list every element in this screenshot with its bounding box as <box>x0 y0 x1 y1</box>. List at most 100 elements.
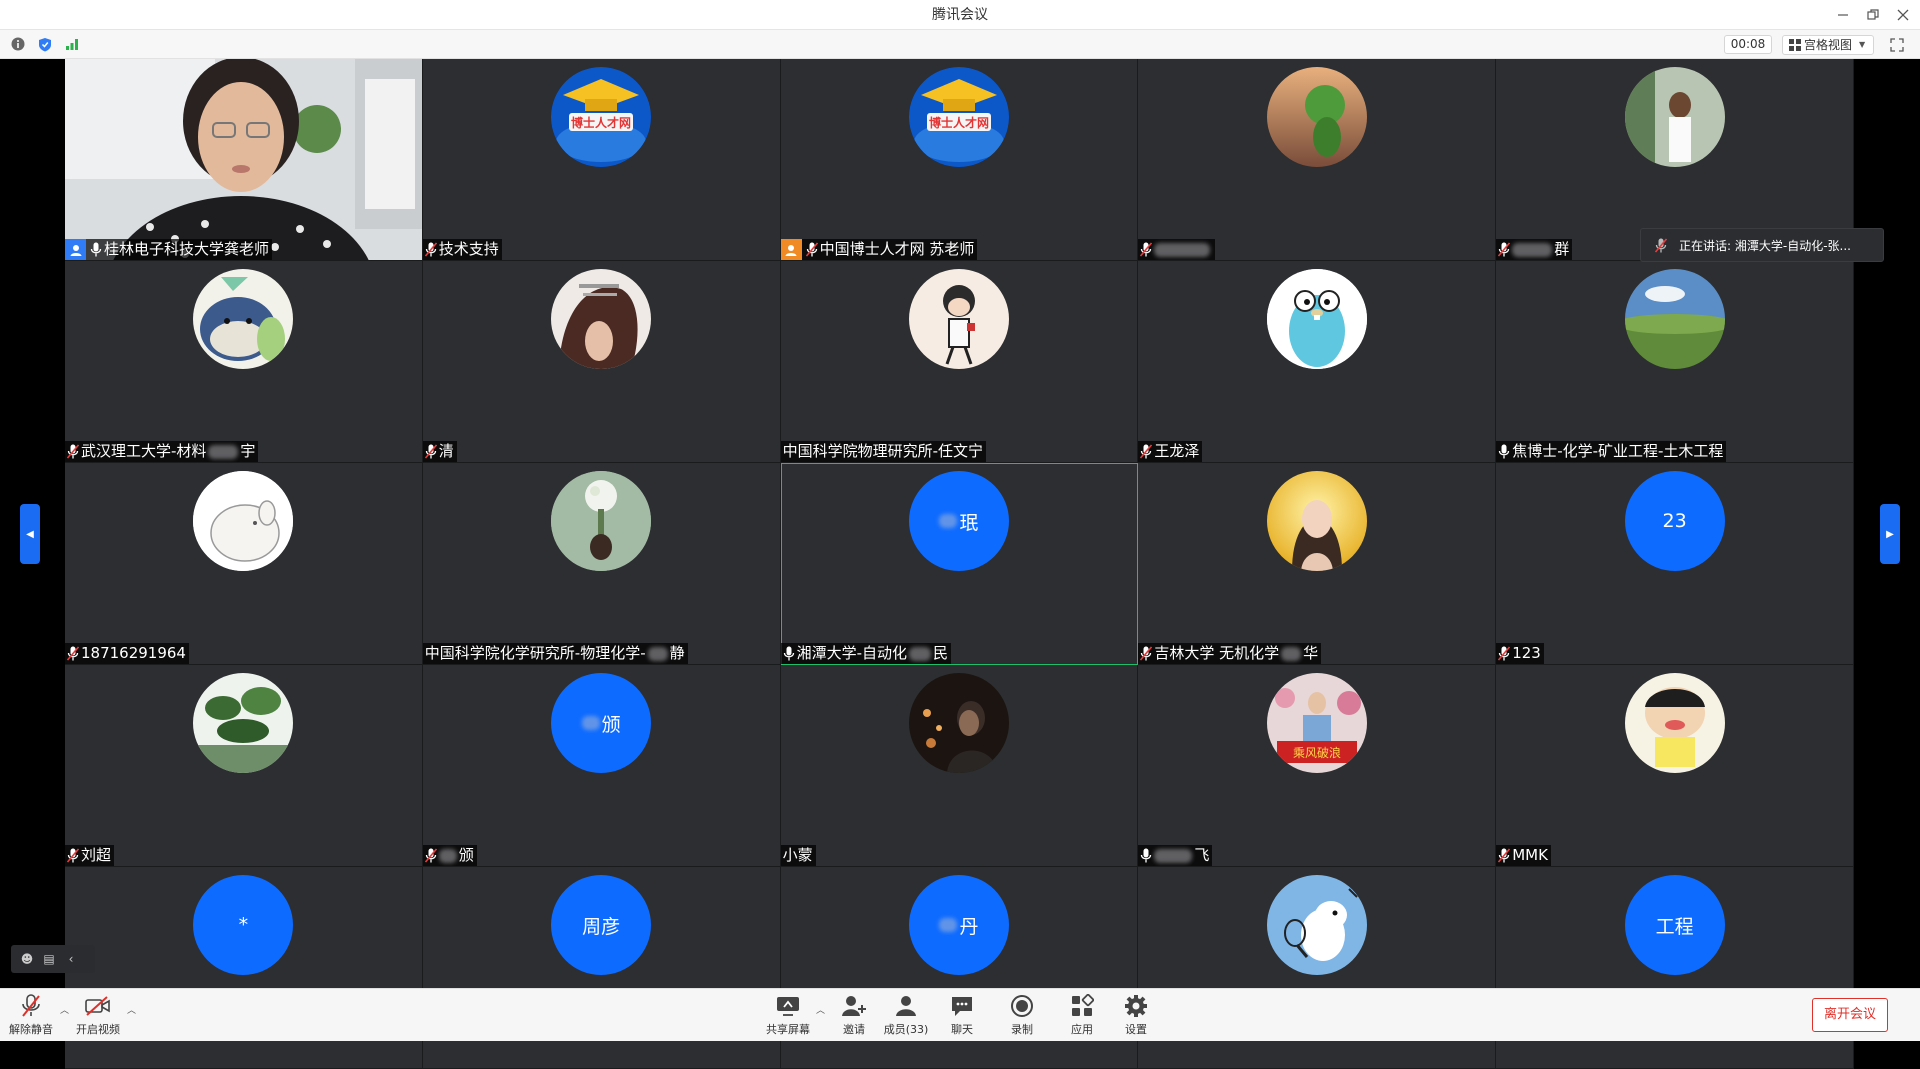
svg-text:博士人才网: 博士人才网 <box>929 115 989 130</box>
microphone-muted-icon <box>22 994 40 1017</box>
participant-avatar <box>908 269 1009 369</box>
previous-page-button[interactable]: ◀ <box>20 504 40 564</box>
participant-avatar: * <box>193 875 294 975</box>
chat-button[interactable]: 聊天 <box>934 993 990 1039</box>
participant-tile[interactable]: 小蒙 <box>780 665 1139 867</box>
speaking-text: 正在讲话: 湘潭大学-自动化-张... <box>1679 238 1851 253</box>
collapse-chevron-icon[interactable]: ‹ <box>63 951 79 967</box>
participant-tile[interactable]: 清 <box>422 261 781 463</box>
participant-avatar: 博士人才网 <box>551 67 652 167</box>
invite-label: 邀请 <box>843 1023 865 1036</box>
participant-tile[interactable]: 中国科学院化学研究所-物理化学- 静 <box>422 463 781 665</box>
participant-avatar <box>1266 269 1367 369</box>
bottom-control-bar: 解除静音 ︿ 开启视频 ︿ 共享屏幕 ︿ 邀请 成员(33) 聊天 录制 应用 … <box>0 988 1920 1041</box>
invite-button[interactable]: 邀请 <box>826 993 882 1039</box>
chat-icon <box>952 997 972 1016</box>
participant-tile[interactable]: 武汉理工大学-材料 宇 <box>65 261 423 463</box>
next-page-button[interactable]: ▶ <box>1880 504 1900 564</box>
participant-nameplate: MMK <box>1496 845 1551 866</box>
view-mode-dropdown[interactable]: 宫格视图 ▼ <box>1782 35 1874 55</box>
view-mode-label: 宫格视图 <box>1804 38 1853 52</box>
microphone-icon <box>1499 444 1510 459</box>
participant-nameplate: 群 <box>1496 239 1573 260</box>
microphone-muted-icon <box>67 646 79 661</box>
unmute-label: 解除静音 <box>9 1023 53 1036</box>
settings-label: 设置 <box>1125 1023 1147 1036</box>
share-options-chevron-icon[interactable]: ︿ <box>816 1003 825 1016</box>
microphone-muted-icon <box>67 848 79 863</box>
participant-name: 武汉理工大学-材料 <box>81 442 207 460</box>
members-label: 成员(33) <box>883 1023 929 1036</box>
info-icon[interactable] <box>10 36 26 52</box>
participant-nameplate: 武汉理工大学-材料 宇 <box>65 441 259 462</box>
participant-nameplate <box>1138 239 1216 260</box>
unmute-button[interactable]: 解除静音 <box>3 993 59 1039</box>
participant-tile[interactable]: 刘超 <box>65 665 423 867</box>
share-screen-icon <box>777 997 799 1016</box>
fullscreen-button[interactable] <box>1890 37 1906 53</box>
grid-view-icon <box>1789 39 1801 51</box>
security-shield-icon[interactable] <box>37 36 53 52</box>
participant-nameplate: 小蒙 <box>780 845 816 866</box>
participant-tile[interactable]: 桂林电子科技大学龚老师 <box>65 59 423 261</box>
participant-tile[interactable]: 颁 颁 <box>422 665 781 867</box>
signal-strength-icon[interactable] <box>64 36 80 52</box>
start-video-button[interactable]: 开启视频 <box>70 993 126 1039</box>
record-label: 录制 <box>1011 1023 1033 1036</box>
participant-tile[interactable]: 23 123 <box>1496 463 1854 665</box>
video-stage: 桂林电子科技大学龚老师 博士人才网 技术支持 博士人才网 中国博士人才网 苏老师… <box>0 59 1920 1069</box>
restore-icon <box>1867 9 1879 20</box>
participant-nameplate: 中国博士人才网 苏老师 <box>780 239 978 260</box>
participant-nameplate: 焦博士-化学-矿业工程-土木工程 <box>1496 441 1727 462</box>
chevron-left-icon: ◀ <box>26 528 34 540</box>
participant-nameplate: 18716291964 <box>65 643 189 664</box>
avatar-initials: 周彦 <box>582 915 621 938</box>
participant-name: 颁 <box>458 846 474 864</box>
close-button[interactable] <box>1886 0 1920 30</box>
restore-button[interactable] <box>1856 0 1890 30</box>
participant-name: 中国科学院物理研究所-任文宁 <box>782 442 984 460</box>
chevron-right-icon: ▶ <box>1886 528 1894 540</box>
microphone-muted-icon <box>1140 646 1153 661</box>
participant-avatar: 珉 <box>908 471 1009 571</box>
microphone-muted-icon <box>424 242 437 257</box>
emoji-icon[interactable]: ☻ <box>19 951 35 967</box>
participant-tile-active-speaker[interactable]: 珉 湘潭大学-自动化 民 <box>780 463 1139 665</box>
participant-tile[interactable]: 吉林大学 无机化学 华 <box>1138 463 1497 665</box>
participant-avatar <box>1266 875 1367 975</box>
participant-tile[interactable]: 18716291964 <box>65 463 423 665</box>
minimize-button[interactable] <box>1826 0 1860 30</box>
close-icon <box>1897 9 1909 21</box>
cohost-badge-icon <box>780 239 802 260</box>
share-screen-button[interactable]: 共享屏幕 <box>760 993 816 1039</box>
participant-tile[interactable]: 王龙泽 <box>1138 261 1497 463</box>
participant-tile[interactable]: 乘风破浪 飞 <box>1138 665 1497 867</box>
microphone-muted-icon <box>1498 646 1511 661</box>
members-icon <box>896 996 916 1016</box>
participant-nameplate: 清 <box>422 441 457 462</box>
bullet-comment-icon[interactable]: ▤ <box>41 951 57 967</box>
participant-avatar <box>193 673 294 773</box>
participant-tile[interactable]: 中国科学院物理研究所-任文宁 <box>780 261 1139 463</box>
participant-tile[interactable]: MMK <box>1496 665 1854 867</box>
participant-tile[interactable]: 博士人才网 技术支持 <box>422 59 781 261</box>
participant-tile[interactable]: 博士人才网 中国博士人才网 苏老师 <box>780 59 1139 261</box>
participant-name: 技术支持 <box>438 240 499 258</box>
settings-button[interactable]: 设置 <box>1108 993 1164 1039</box>
audio-options-chevron-icon[interactable]: ︿ <box>60 1003 69 1016</box>
fullscreen-icon <box>1890 38 1904 52</box>
participant-tile[interactable] <box>1138 59 1497 261</box>
apps-button[interactable]: 应用 <box>1054 993 1110 1039</box>
members-button[interactable]: 成员(33) <box>878 993 934 1039</box>
redacted-name <box>208 444 239 459</box>
participant-name: 群 <box>1554 240 1570 258</box>
participant-grid: 桂林电子科技大学龚老师 博士人才网 技术支持 博士人才网 中国博士人才网 苏老师… <box>65 59 1854 1069</box>
meeting-toolbar: 00:08 宫格视图 ▼ <box>0 30 1920 59</box>
record-button[interactable]: 录制 <box>994 993 1050 1039</box>
leave-meeting-button[interactable]: 离开会议 <box>1812 998 1888 1032</box>
video-options-chevron-icon[interactable]: ︿ <box>127 1003 136 1016</box>
participant-name: 中国博士人才网 苏老师 <box>819 240 975 258</box>
video-off-icon <box>85 996 110 1016</box>
participant-tile[interactable]: 焦博士-化学-矿业工程-土木工程 <box>1496 261 1854 463</box>
microphone-muted-icon <box>1498 848 1511 863</box>
